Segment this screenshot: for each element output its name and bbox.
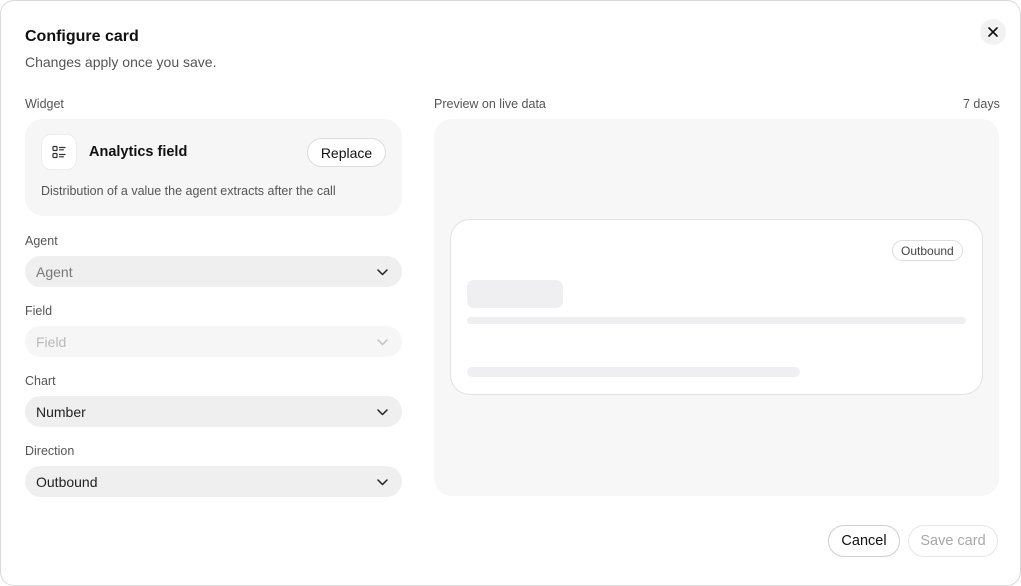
- agent-label: Agent: [25, 234, 58, 248]
- close-icon: [988, 25, 998, 40]
- chevron-down-icon: [377, 473, 388, 491]
- widget-label: Widget: [25, 97, 64, 111]
- agent-select[interactable]: Agent: [25, 256, 402, 287]
- configure-card-dialog: Configure card Changes apply once you sa…: [0, 0, 1021, 586]
- cancel-button[interactable]: Cancel: [828, 525, 900, 557]
- chevron-down-icon: [377, 263, 388, 281]
- field-select[interactable]: Field: [25, 326, 402, 357]
- dialog-subtitle: Changes apply once you save.: [25, 54, 217, 70]
- direction-tag: Outbound: [892, 240, 963, 261]
- preview-range: 7 days: [963, 97, 1000, 111]
- widget-description: Distribution of a value the agent extrac…: [41, 184, 336, 198]
- replace-button[interactable]: Replace: [307, 138, 386, 167]
- direction-label: Direction: [25, 444, 75, 458]
- chart-label: Chart: [25, 374, 56, 388]
- chart-select-value: Number: [36, 403, 86, 420]
- chevron-down-icon: [377, 403, 388, 421]
- field-label: Field: [25, 304, 53, 318]
- widget-card: Analytics field Replace Distribution of …: [25, 119, 402, 216]
- close-button[interactable]: [980, 19, 1006, 45]
- save-card-button[interactable]: Save card: [908, 525, 998, 557]
- skeleton-value: [467, 280, 563, 308]
- list-icon: [41, 134, 77, 170]
- chevron-down-icon: [377, 333, 388, 351]
- chart-select[interactable]: Number: [25, 396, 402, 427]
- direction-select[interactable]: Outbound: [25, 466, 402, 497]
- field-select-value: Field: [36, 333, 67, 350]
- dialog-title: Configure card: [25, 28, 139, 45]
- skeleton-line: [467, 367, 800, 377]
- direction-select-value: Outbound: [36, 473, 98, 490]
- preview-card: Outbound: [450, 219, 983, 395]
- widget-name: Analytics field: [89, 144, 188, 160]
- agent-select-value: Agent: [36, 263, 73, 280]
- preview-label: Preview on live data: [434, 97, 546, 111]
- preview-panel: Outbound: [434, 119, 999, 496]
- skeleton-line: [467, 317, 966, 324]
